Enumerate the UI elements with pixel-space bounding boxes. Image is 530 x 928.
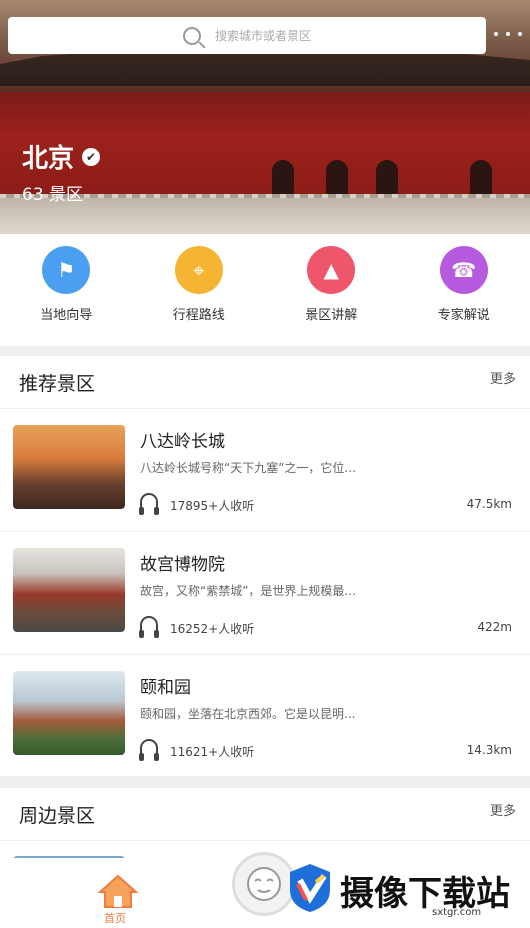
search-bar[interactable]: 搜索城市或者景区: [8, 17, 486, 54]
scenic-card[interactable]: 故宫博物院 故宫，又称“紫禁城”，是世界上规模最... 16252+人收听 42…: [0, 532, 530, 655]
city-name: 北京: [22, 144, 75, 174]
quick-link-route[interactable]: ⌖ 行程路线: [133, 234, 266, 346]
route-pin-icon: ⌖: [174, 246, 223, 294]
listener-count: 16252+人收听: [170, 622, 255, 636]
quick-link-label: 行程路线: [172, 308, 225, 323]
scenic-title: 八达岭长城: [140, 432, 225, 452]
listener-count: 17895+人收听: [170, 499, 255, 513]
more-link[interactable]: 更多: [490, 368, 516, 387]
scenic-title: 故宫博物院: [140, 555, 225, 575]
home-icon[interactable]: [98, 874, 138, 908]
check-circle-icon: ✔: [82, 147, 101, 166]
mountain-icon: ▲: [307, 246, 356, 294]
headphone-icon: [139, 739, 159, 761]
quick-link-label: 当地向导: [40, 308, 93, 323]
section-title: 推荐景区: [19, 372, 96, 395]
section-title: 周边景区: [19, 804, 96, 827]
flag-icon: ⚑: [42, 246, 91, 294]
scenic-card[interactable]: 颐和园 颐和园，坐落在北京西郊。它是以昆明... 11621+人收听 14.3k…: [0, 655, 530, 777]
face-icon: [247, 867, 281, 901]
quick-link-label: 景区讲解: [305, 308, 358, 323]
tab-home-label[interactable]: 首页: [104, 910, 126, 926]
scenic-description: 颐和园，坐落在北京西郊。它是以昆明...: [140, 707, 356, 721]
recommended-section: 推荐景区 更多 八达岭长城 八达岭长城号称“天下九塞”之一，它位... 1789…: [0, 356, 530, 776]
watermark-title: 摄像下载站: [340, 874, 510, 914]
search-icon: [182, 26, 201, 45]
spot-count: 63 景区: [22, 185, 84, 205]
scenic-thumbnail: [13, 548, 125, 632]
headphone-icon: [139, 616, 159, 638]
search-placeholder: 搜索城市或者景区: [214, 29, 311, 43]
city-name-row[interactable]: 北京 ✔: [22, 138, 101, 175]
scenic-thumbnail: [13, 671, 125, 755]
scenic-title: 颐和园: [140, 678, 191, 698]
headphone-icon: [139, 493, 159, 515]
quick-link-guide[interactable]: ⚑ 当地向导: [0, 234, 133, 346]
quick-link-explain[interactable]: ▲ 景区讲解: [265, 234, 398, 346]
scenic-card[interactable]: 八达岭长城 八达岭长城号称“天下九塞”之一，它位... 17895+人收听 47…: [0, 409, 530, 532]
scenic-thumbnail: [13, 425, 125, 509]
section-header: 推荐景区 更多: [0, 356, 530, 409]
listener-count: 11621+人收听: [170, 745, 255, 759]
distance: 14.3km: [466, 743, 512, 757]
quick-link-label: 专家解说: [437, 308, 490, 323]
scenic-description: 故宫，又称“紫禁城”，是世界上规模最...: [140, 584, 356, 598]
quick-links: ⚑ 当地向导 ⌖ 行程路线 ▲ 景区讲解 ☎ 专家解说: [0, 234, 530, 346]
distance: 47.5km: [466, 497, 512, 511]
section-header: 周边景区 更多: [0, 788, 530, 841]
watermark-shield-logo: [290, 864, 330, 912]
phone-icon: ☎: [439, 246, 488, 294]
distance: 422m: [477, 620, 512, 634]
more-link[interactable]: 更多: [490, 800, 516, 819]
quick-link-expert[interactable]: ☎ 专家解说: [398, 234, 530, 346]
watermark-url: sxtgr.com: [432, 907, 482, 918]
scenic-description: 八达岭长城号称“天下九塞”之一，它位...: [140, 461, 356, 475]
more-menu-icon[interactable]: [494, 24, 522, 44]
